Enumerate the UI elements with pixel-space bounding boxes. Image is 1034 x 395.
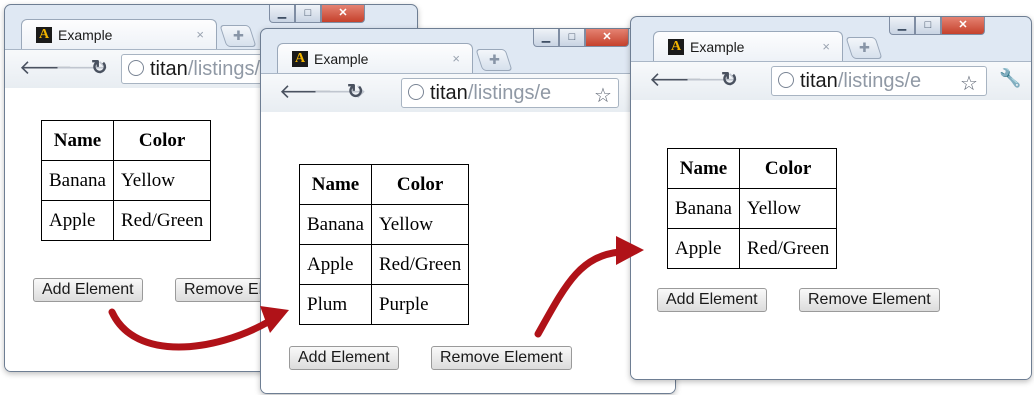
table-row: Banana Yellow <box>299 204 470 245</box>
table-row: Apple Red/Green <box>41 200 212 241</box>
table-cell: Apple <box>667 228 740 269</box>
address-bar[interactable]: titan/listings/e ☆ <box>771 66 987 96</box>
apress-logo-icon: A <box>292 51 308 67</box>
page-content: Name Color Banana Yellow Apple Red/Green… <box>631 100 1031 379</box>
tab-title: Example <box>690 39 745 55</box>
new-tab-icon[interactable]: ✚ <box>475 49 513 71</box>
browser-tab[interactable]: A Example × <box>277 43 473 73</box>
table-cell: Yellow <box>112 160 212 201</box>
browser-window-3: ▁ □ ✕ A Example × ✚ 🡐 🡒 ↻ titan/listings… <box>630 16 1032 380</box>
table-row: Apple Red/Green <box>667 228 838 269</box>
table-cell: Banana <box>667 188 740 229</box>
column-header: Name <box>667 148 740 189</box>
table-row: Apple Red/Green <box>299 244 470 285</box>
reload-icon[interactable]: ↻ <box>721 68 738 92</box>
new-tab-icon[interactable]: ✚ <box>845 37 883 59</box>
url-text: titan/listings/e <box>430 82 552 104</box>
table-header-row: Name Color <box>299 164 470 205</box>
window-controls: ▁ □ ✕ <box>269 5 365 25</box>
globe-icon <box>408 84 424 100</box>
table-row: Plum Purple <box>299 284 470 325</box>
table-cell: Red/Green <box>738 228 838 269</box>
window-controls: ▁ □ ✕ <box>533 29 629 49</box>
fruit-table: Name Color Banana Yellow Apple Red/Green… <box>299 164 470 325</box>
tab-close-icon[interactable]: × <box>196 27 204 42</box>
globe-icon <box>128 60 144 76</box>
fruit-table: Name Color Banana Yellow Apple Red/Green <box>667 148 838 269</box>
bookmark-star-icon[interactable]: ☆ <box>594 83 612 107</box>
table-cell: Yellow <box>738 188 838 229</box>
navigation-toolbar: 🡐 🡒 ↻ titan/listings/e ☆ <box>261 73 675 113</box>
minimize-button[interactable]: ▁ <box>533 29 559 47</box>
column-header: Color <box>112 120 212 161</box>
table-header-row: Name Color <box>41 120 212 161</box>
remove-element-button[interactable]: Remove Element <box>799 288 940 312</box>
url-text: titan/listings/e <box>800 70 922 92</box>
table-header-row: Name Color <box>667 148 838 189</box>
column-header: Name <box>41 120 114 161</box>
table-cell: Plum <box>299 284 372 325</box>
tab-title: Example <box>314 51 369 67</box>
table-row: Banana Yellow <box>41 160 212 201</box>
globe-icon <box>778 72 794 88</box>
browser-window-2: ▁ □ ✕ A Example × ✚ 🡐 🡒 ↻ titan/listings… <box>260 28 676 394</box>
add-element-button[interactable]: Add Element <box>33 278 143 302</box>
minimize-button[interactable]: ▁ <box>889 17 915 35</box>
table-cell: Red/Green <box>112 200 212 241</box>
close-window-button[interactable]: ✕ <box>321 5 365 23</box>
table-cell: Yellow <box>370 204 470 245</box>
fruit-table: Name Color Banana Yellow Apple Red/Green <box>41 120 212 241</box>
tab-close-icon[interactable]: × <box>452 51 460 66</box>
browser-tab[interactable]: A Example × <box>21 19 217 49</box>
maximize-button[interactable]: □ <box>915 17 941 35</box>
table-cell: Red/Green <box>370 244 470 285</box>
maximize-button[interactable]: □ <box>559 29 585 47</box>
table-cell: Banana <box>41 160 114 201</box>
column-header: Color <box>738 148 838 189</box>
tab-title: Example <box>58 27 113 43</box>
browser-tab[interactable]: A Example × <box>653 31 843 61</box>
new-tab-icon[interactable]: ✚ <box>219 25 257 47</box>
column-header: Name <box>299 164 372 205</box>
table-cell: Purple <box>370 284 470 325</box>
remove-element-button[interactable]: Remove Element <box>431 346 572 370</box>
apress-logo-icon: A <box>36 27 52 43</box>
bookmark-star-icon[interactable]: ☆ <box>960 71 978 95</box>
reload-icon[interactable]: ↻ <box>91 56 108 80</box>
navigation-toolbar: 🡐 🡒 ↻ titan/listings/e ☆ 🔧 <box>631 61 1031 101</box>
apress-logo-icon: A <box>668 39 684 55</box>
address-bar[interactable]: titan/listings/e ☆ <box>401 78 619 108</box>
table-cell: Banana <box>299 204 372 245</box>
reload-icon[interactable]: ↻ <box>347 80 364 104</box>
page-content: Name Color Banana Yellow Apple Red/Green… <box>261 112 675 393</box>
close-window-button[interactable]: ✕ <box>585 29 629 47</box>
table-cell: Apple <box>41 200 114 241</box>
maximize-button[interactable]: □ <box>295 5 321 23</box>
minimize-button[interactable]: ▁ <box>269 5 295 23</box>
add-element-button[interactable]: Add Element <box>657 288 767 312</box>
wrench-menu-icon[interactable]: 🔧 <box>999 68 1021 89</box>
add-element-button[interactable]: Add Element <box>289 346 399 370</box>
close-window-button[interactable]: ✕ <box>941 17 985 35</box>
table-row: Banana Yellow <box>667 188 838 229</box>
column-header: Color <box>370 164 470 205</box>
table-cell: Apple <box>299 244 372 285</box>
url-text: titan/listings/e <box>150 58 272 80</box>
tab-close-icon[interactable]: × <box>822 39 830 54</box>
window-controls: ▁ □ ✕ <box>889 17 985 37</box>
